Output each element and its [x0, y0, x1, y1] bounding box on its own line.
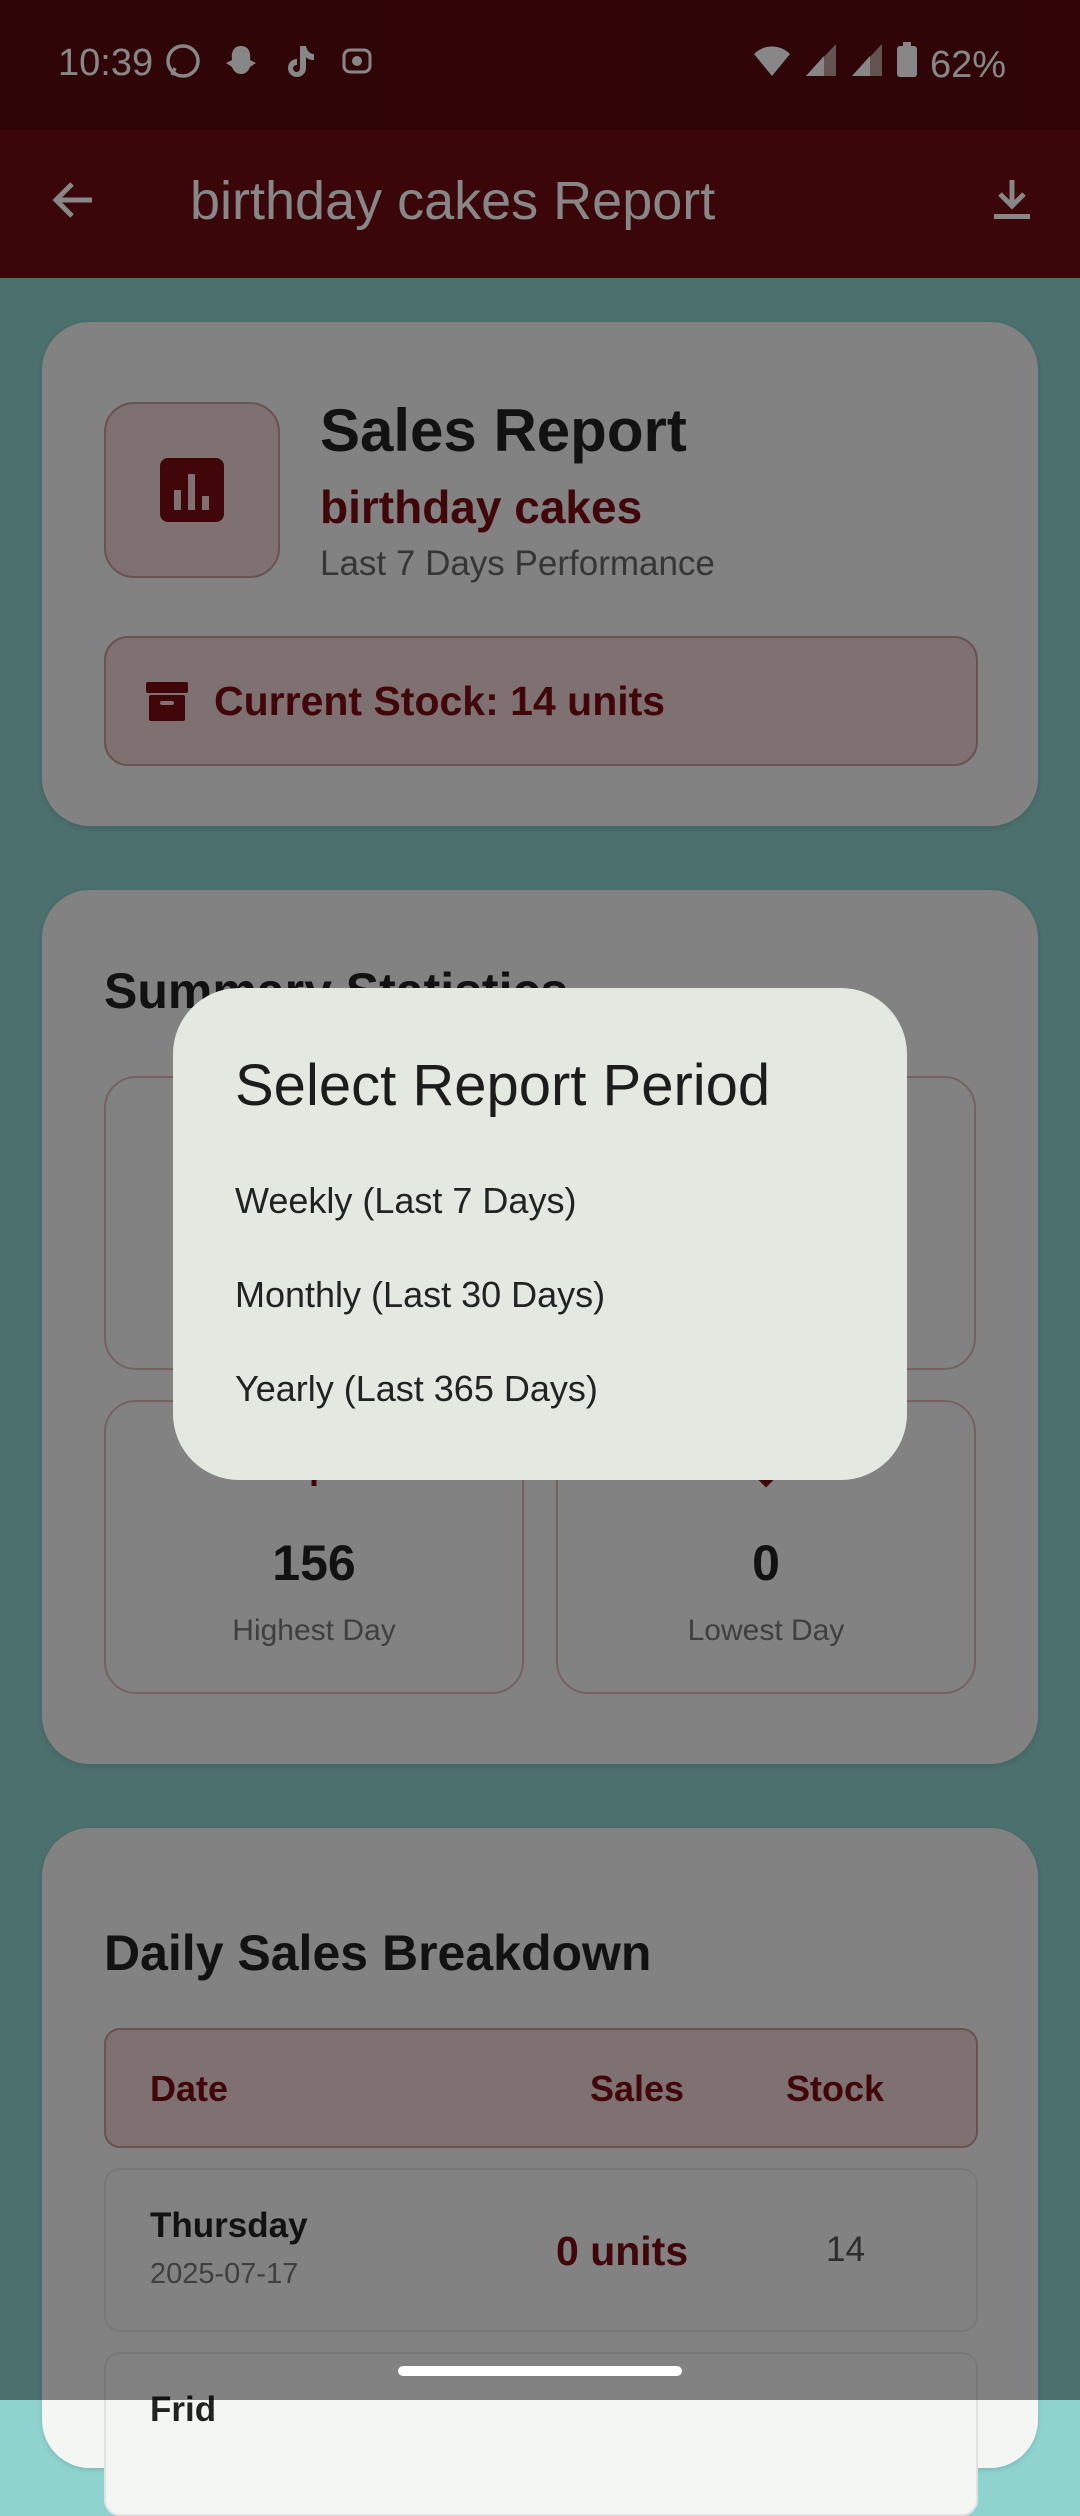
select-period-dialog: Select Report Period Weekly (Last 7 Days…: [173, 988, 907, 1480]
option-monthly[interactable]: Monthly (Last 30 Days): [235, 1274, 605, 1316]
dialog-title: Select Report Period: [235, 1053, 771, 1118]
option-weekly[interactable]: Weekly (Last 7 Days): [235, 1180, 576, 1222]
gesture-nav-bar[interactable]: [398, 2366, 682, 2376]
option-yearly[interactable]: Yearly (Last 365 Days): [235, 1368, 598, 1410]
